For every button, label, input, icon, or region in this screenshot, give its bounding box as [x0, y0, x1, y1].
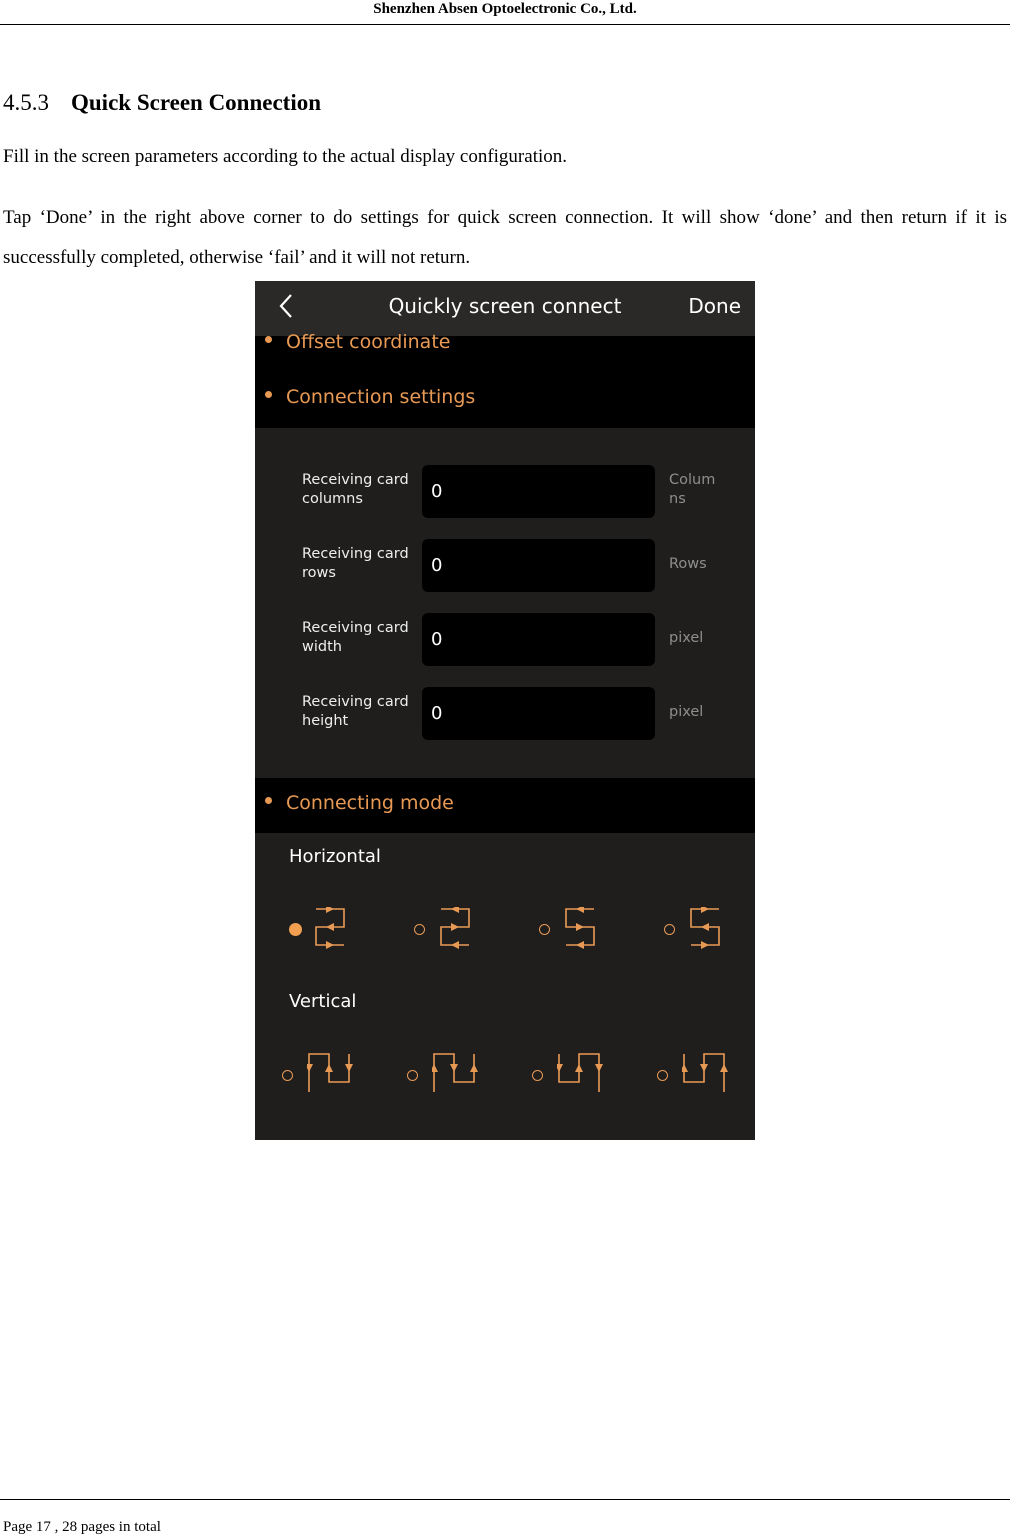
section-number: 4.5.3: [3, 90, 49, 115]
field-row: Receiving card columns 0 Columns: [255, 465, 755, 519]
connecting-mode-label: Connecting mode: [286, 792, 454, 814]
vertical-label: Vertical: [289, 991, 357, 1012]
horizontal-scan-pattern-icon: [440, 907, 470, 949]
horizontal-mode-option[interactable]: [414, 903, 514, 953]
field-unit: Rows: [669, 556, 707, 572]
field-label: Receiving card width: [302, 620, 409, 655]
radio-icon[interactable]: [414, 924, 425, 935]
page-header: Shenzhen Absen Optoelectronic Co., Ltd.: [373, 1, 637, 17]
vertical-mode-option[interactable]: [407, 1048, 507, 1098]
bullet-icon: [265, 797, 272, 804]
connection-settings-header[interactable]: Connection settings: [265, 386, 475, 408]
section-title: Quick Screen Connection: [71, 90, 322, 115]
field-row: Receiving card width 0 pixel: [255, 613, 755, 667]
field-row: Receiving card height 0 pixel: [255, 687, 755, 741]
height-input[interactable]: 0: [422, 687, 655, 740]
bullet-icon: [265, 391, 272, 398]
radio-icon[interactable]: [407, 1070, 418, 1081]
radio-icon[interactable]: [657, 1070, 668, 1081]
rows-input[interactable]: 0: [422, 539, 655, 592]
radio-icon[interactable]: [282, 1070, 293, 1081]
paragraph-2: Tap ‘Done’ in the right above corner to …: [3, 207, 1007, 268]
offset-coordinate-header[interactable]: Offset coordinate: [265, 331, 450, 353]
footer-divider: [0, 1499, 1010, 1500]
paragraph-1: Fill in the screen parameters according …: [3, 146, 567, 167]
nav-bar: Quickly screen connect Done: [255, 281, 755, 336]
columns-input[interactable]: 0: [422, 465, 655, 518]
field-unit: pixel: [669, 630, 704, 646]
radio-icon[interactable]: [539, 924, 550, 935]
horizontal-scan-pattern-icon: [315, 907, 345, 949]
vertical-scan-pattern-icon: [682, 1053, 728, 1092]
horizontal-scan-pattern-icon: [690, 907, 720, 949]
header-divider: [0, 24, 1010, 25]
vertical-scan-pattern-icon: [432, 1053, 478, 1092]
section-heading: 4.5.3 Quick Screen Connection: [3, 88, 321, 118]
vertical-mode-option[interactable]: [282, 1048, 382, 1098]
field-label: Receiving card height: [302, 694, 409, 729]
radio-icon[interactable]: [664, 924, 675, 935]
radio-icon[interactable]: [532, 1070, 543, 1081]
vertical-scan-pattern-icon: [307, 1053, 353, 1092]
field-label: Receiving card columns: [302, 472, 409, 507]
horizontal-mode-option[interactable]: [289, 903, 389, 953]
page-footer: Page 17 , 28 pages in total: [3, 1519, 161, 1535]
vertical-scan-pattern-icon: [557, 1053, 603, 1092]
horizontal-scan-pattern-icon: [565, 907, 595, 949]
field-label: Receiving card rows: [302, 546, 409, 581]
field-row: Receiving card rows 0 Rows: [255, 539, 755, 593]
horizontal-label: Horizontal: [289, 846, 381, 867]
field-unit: Columns: [669, 472, 716, 507]
vertical-mode-option[interactable]: [532, 1048, 632, 1098]
nav-title: Quickly screen connect: [388, 294, 622, 318]
app-screenshot: Quickly screen connect Done Offset coord…: [255, 281, 755, 1140]
connection-settings-label: Connection settings: [286, 386, 476, 408]
vertical-mode-option[interactable]: [657, 1048, 755, 1098]
width-input[interactable]: 0: [422, 613, 655, 666]
field-unit: pixel: [669, 704, 704, 720]
done-button[interactable]: Done: [688, 294, 741, 318]
radio-selected-icon[interactable]: [289, 923, 302, 936]
horizontal-mode-option[interactable]: [539, 903, 639, 953]
bullet-icon: [265, 336, 272, 343]
connecting-mode-header[interactable]: Connecting mode: [265, 792, 454, 814]
horizontal-mode-option[interactable]: [664, 903, 755, 953]
offset-coordinate-label: Offset coordinate: [286, 331, 451, 353]
